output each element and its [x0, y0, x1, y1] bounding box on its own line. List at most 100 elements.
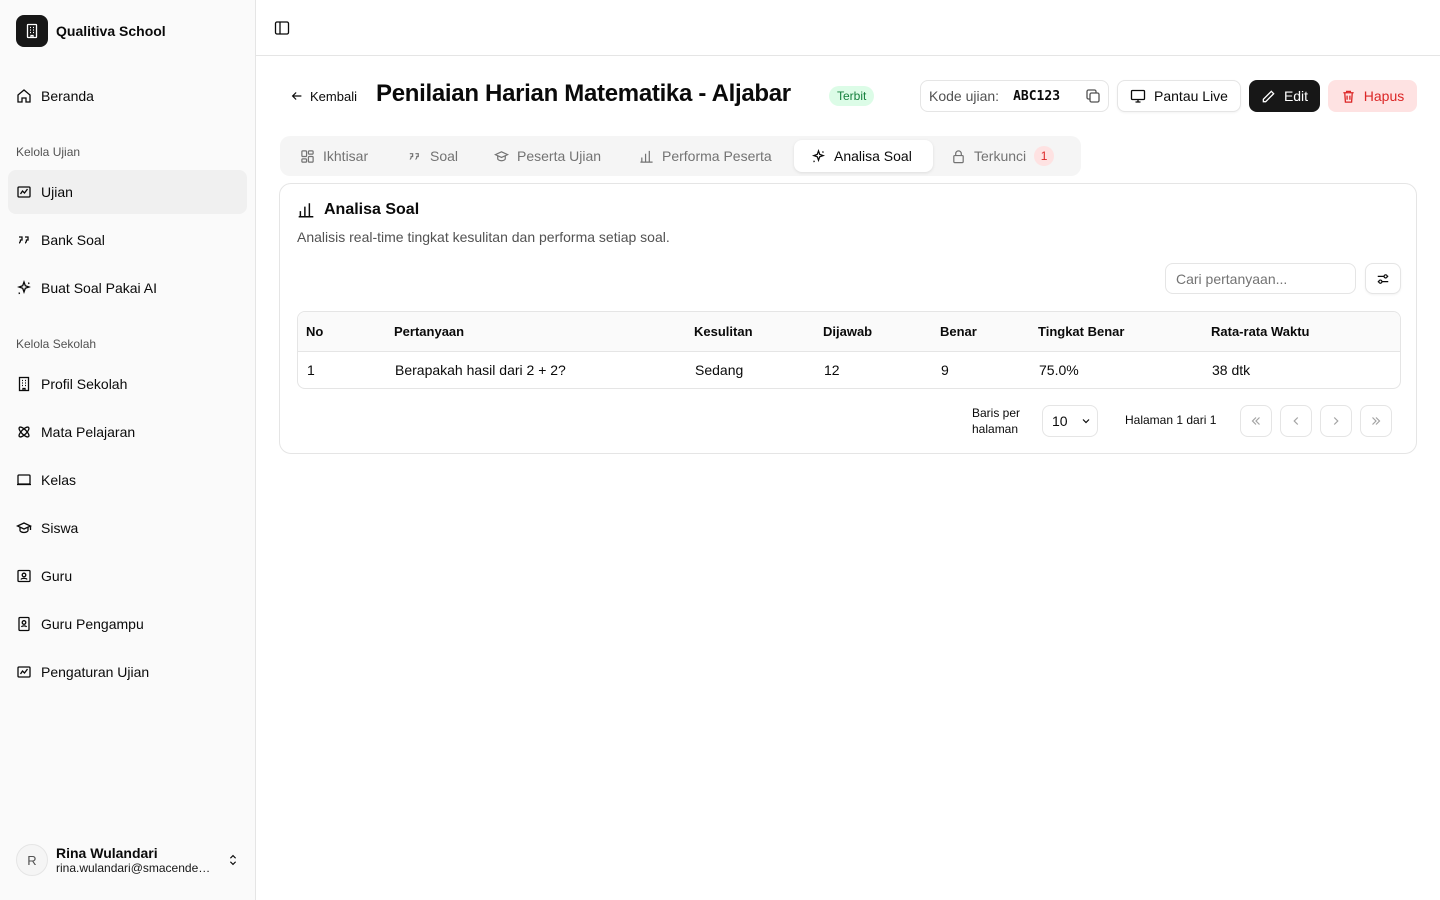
exam-code-label: Kode ujian: [929, 88, 1000, 104]
sparkles-icon [17, 280, 31, 295]
layout-dashboard-icon [301, 149, 314, 163]
tab-peserta-ujian[interactable]: Peserta Ujian [484, 140, 611, 172]
chevron-right-icon [1333, 417, 1339, 425]
back-label: Kembali [310, 88, 357, 104]
contact-icon [18, 616, 30, 632]
teacher-icon [17, 569, 31, 583]
next-page-button[interactable] [1320, 405, 1352, 437]
sidebar-item-label: Mata Pelajaran [41, 424, 136, 440]
column-header[interactable]: Kesulitan [686, 312, 815, 352]
status-badge: Terbit [829, 86, 875, 106]
rows-per-page-select[interactable]: 10 [1042, 405, 1098, 437]
tab-ikhtisar[interactable]: Ikhtisar [290, 140, 378, 172]
user-menu[interactable]: R Rina Wulandari rina.wulandari@smacende… [16, 843, 240, 877]
chevron-left-icon [1293, 417, 1299, 425]
quote-icon [409, 152, 419, 160]
home-icon [17, 89, 31, 103]
top-bar [256, 0, 1440, 56]
sidebar-item-label: Profil Sekolah [41, 376, 128, 392]
search-input[interactable] [1165, 263, 1356, 294]
filter-button[interactable] [1365, 263, 1401, 294]
nav-group-kelola-ujian: Kelola Ujian [16, 145, 81, 159]
sidebar-item-bank-soal[interactable]: Bank Soal [8, 218, 247, 262]
copy-button[interactable] [1085, 88, 1101, 107]
chevrons-right-icon [1372, 417, 1381, 425]
column-header[interactable]: Benar [932, 312, 1030, 352]
graduation-cap-icon [16, 522, 32, 534]
sidebar-item-label: Pengaturan Ujian [41, 664, 150, 680]
arrow-left-icon [291, 92, 302, 100]
page-info: Halaman 1 dari 1 [1125, 413, 1217, 427]
sidebar-toggle-button[interactable] [272, 18, 292, 38]
sparkles-icon [811, 148, 826, 162]
sidebar-item-label: Buat Soal Pakai AI [41, 280, 157, 296]
sidebar-item-ujian[interactable]: Ujian [8, 170, 247, 214]
sidebar-item-mata-pelajaran[interactable]: Mata Pelajaran [8, 410, 247, 454]
user-name: Rina Wulandari [56, 845, 158, 861]
delete-label: Hapus [1363, 88, 1405, 104]
previous-page-button[interactable] [1280, 405, 1312, 437]
tab-label: Analisa Soal [834, 148, 912, 164]
tab-label: Soal [430, 148, 459, 164]
tab-analisa-soal[interactable]: Analisa Soal [794, 140, 933, 172]
table-cell: 75.0% [1039, 362, 1079, 378]
tab-label: Terkunci [974, 148, 1027, 164]
atom-icon [18, 426, 30, 438]
sidebar-item-label: Guru [41, 568, 73, 584]
sidebar-item-pengaturan-ujian[interactable]: Pengaturan Ujian [8, 650, 247, 694]
lock-icon [953, 149, 964, 163]
delete-button[interactable]: Hapus [1328, 80, 1417, 112]
sidebar-item-guru-pengampu[interactable]: Guru Pengampu [8, 602, 247, 646]
tab-soal[interactable]: Soal [397, 140, 468, 172]
rows-per-page-value: 10 [1052, 413, 1068, 429]
sidebar-item-label: Beranda [41, 88, 94, 104]
building-icon [16, 15, 48, 47]
monitor-icon [1130, 89, 1146, 103]
exam-code-value: ABC123 [1013, 88, 1061, 104]
table-cell: Sedang [695, 362, 744, 378]
card-description: Analisis real-time tingkat kesulitan dan… [297, 229, 670, 245]
sidebar-item-kelas[interactable]: Kelas [8, 458, 247, 502]
column-header[interactable]: Tingkat Benar [1030, 312, 1203, 352]
tab-terkunci[interactable]: Terkunci 1 [941, 140, 1064, 172]
edit-button[interactable]: Edit [1249, 80, 1320, 112]
table-cell: 38 dtk [1212, 362, 1251, 378]
page-title: Penilaian Harian Matematika - Aljabar [376, 80, 791, 107]
back-button[interactable]: Kembali [290, 86, 357, 106]
chevrons-left-icon [1251, 417, 1260, 425]
edit-label: Edit [1283, 88, 1309, 104]
nav-group-kelola-sekolah: Kelola Sekolah [16, 337, 97, 351]
tab-label: Peserta Ujian [517, 148, 602, 164]
column-header[interactable]: Pertanyaan [386, 312, 686, 352]
sidebar-item-siswa[interactable]: Siswa [8, 506, 247, 550]
presentation-icon [17, 474, 31, 486]
exam-code-box: Kode ujian: ABC123 [920, 80, 1109, 112]
column-header[interactable]: Dijawab [815, 312, 932, 352]
sidebar-item-buat-soal-ai[interactable]: Buat Soal Pakai AI [8, 266, 247, 310]
first-page-button[interactable] [1240, 405, 1272, 437]
tab-label: Performa Peserta [662, 148, 772, 164]
table-cell: 9 [941, 362, 949, 378]
exam-icon [17, 186, 31, 198]
avatar: R [16, 844, 48, 876]
user-info: Rina Wulandari rina.wulandari@smacendeki… [56, 845, 216, 875]
tab-performa-peserta[interactable]: Performa Peserta [629, 140, 782, 172]
pantau-live-button[interactable]: Pantau Live [1117, 80, 1241, 112]
sidebar-item-profil-sekolah[interactable]: Profil Sekolah [8, 362, 247, 406]
column-header[interactable]: Rata-rata Waktu [1203, 312, 1400, 352]
tab-label: Ikhtisar [323, 148, 369, 164]
column-header[interactable]: No [298, 312, 386, 352]
brand[interactable]: Qualitiva School [16, 15, 166, 47]
table-row[interactable]: 1 Berapakah hasil dari 2 + 2? Sedang 12 … [298, 352, 1400, 388]
last-page-button[interactable] [1360, 405, 1392, 437]
exam-settings-icon [17, 666, 31, 678]
sidebar-item-guru[interactable]: Guru [8, 554, 247, 598]
sidebar-item-label: Bank Soal [41, 232, 105, 248]
pantau-live-label: Pantau Live [1154, 88, 1228, 104]
trash-icon [1343, 90, 1354, 103]
sidebar-item-label: Ujian [41, 184, 73, 200]
table-header-row: No Pertanyaan Kesulitan Dijawab Benar Ti… [298, 312, 1400, 352]
quote-icon [18, 236, 29, 244]
sidebar-item-label: Kelas [41, 472, 77, 488]
sidebar-item-beranda[interactable]: Beranda [8, 74, 247, 118]
